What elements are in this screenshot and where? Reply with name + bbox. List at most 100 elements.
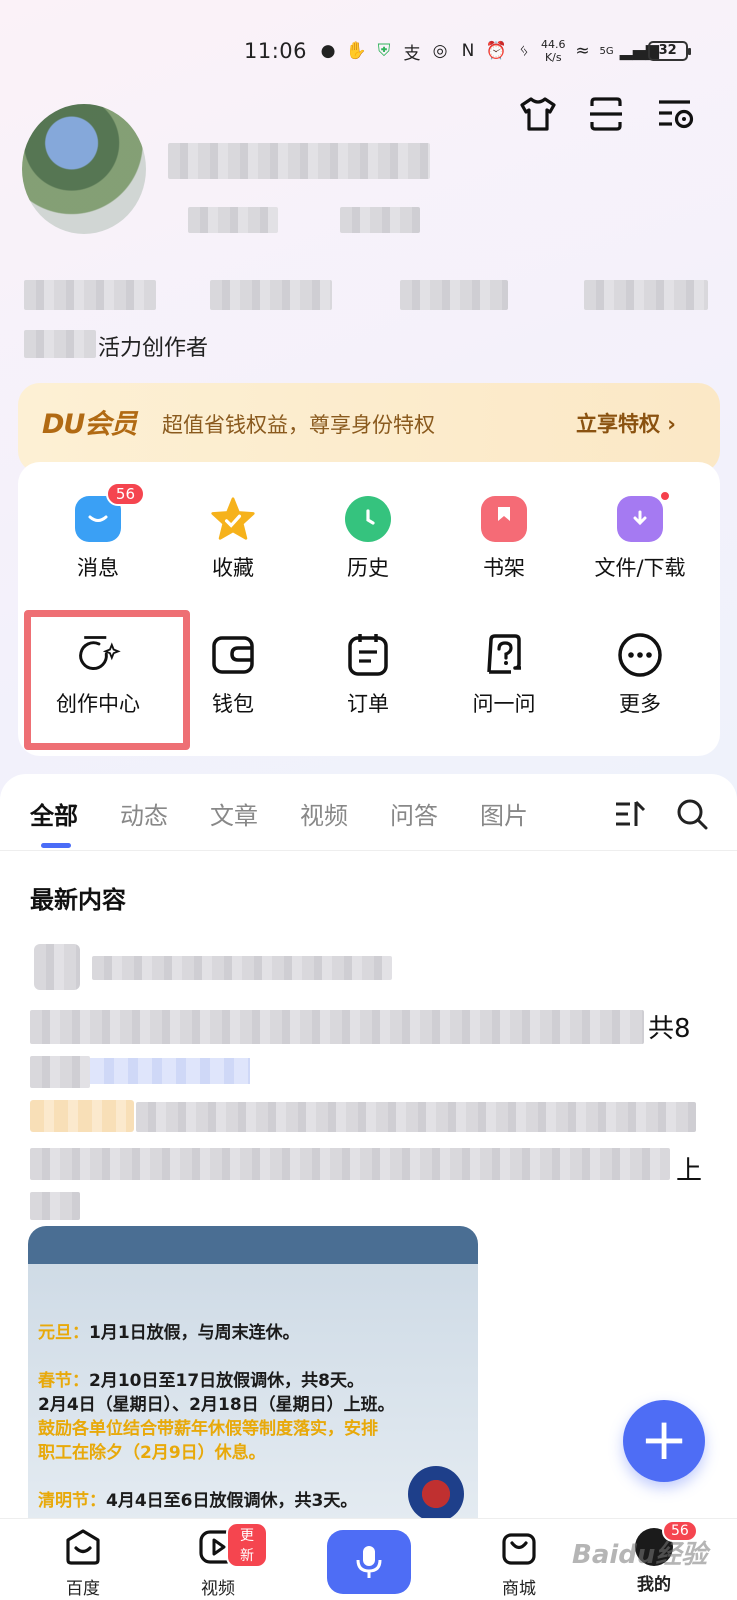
download-folder-icon [617, 490, 671, 542]
settings-list-icon[interactable] [656, 94, 696, 134]
grid-item-orders[interactable]: 订单 [300, 632, 436, 718]
post-author-name-blurred[interactable] [92, 956, 392, 980]
nav-label: 视频 [201, 1579, 235, 1599]
section-title: 最新内容 [30, 886, 126, 914]
star-icon [210, 496, 256, 542]
post-text-blurred [136, 1102, 696, 1132]
search-icon[interactable] [676, 798, 708, 834]
avatar[interactable] [22, 104, 146, 234]
nfc-icon: N [461, 41, 475, 61]
bookmark-icon [481, 496, 527, 542]
alipay-icon: 支 [403, 43, 421, 64]
grid-item-label: 收藏 [212, 556, 254, 580]
shield-icon: ⛨ [377, 41, 391, 61]
net-speed: 44.6 K/s [541, 38, 566, 64]
grid-item-label: 历史 [347, 556, 389, 580]
hand-icon: ✋ [345, 41, 367, 61]
signal-icon: ▂▄▆ [619, 41, 659, 61]
holiday-text: 4月4日至6日放假调休，共3天。 [106, 1491, 358, 1511]
level-icon-blurred [24, 330, 96, 358]
message-icon: 56 [75, 482, 145, 542]
holiday-line: 职工在除夕（2月9日）休息。 [38, 1438, 266, 1463]
grid-item-downloads[interactable]: 文件/下载 [572, 490, 708, 582]
nav-label: 商城 [502, 1579, 536, 1599]
post-author-avatar-blurred[interactable] [34, 944, 80, 990]
holiday-text: 职工在除夕（2月9日）休息。 [38, 1443, 266, 1463]
count-blurred[interactable] [584, 280, 708, 310]
order-icon [345, 632, 391, 678]
signal-label: 5G [599, 45, 614, 57]
tab-articles[interactable]: 文章 [210, 796, 258, 831]
net-speed-unit: K/s [544, 51, 562, 64]
username-blurred[interactable] [168, 143, 430, 179]
holiday-line: 春节：2月10日至17日放假调休，共8天。 [38, 1366, 364, 1391]
holiday-label: 春节： [38, 1371, 89, 1391]
post-text-blurred [30, 1056, 90, 1088]
post-text-fragment: 共8 [648, 1014, 691, 1044]
wechat-icon: ● [320, 41, 336, 61]
count-blurred[interactable] [24, 280, 156, 310]
grid-item-messages[interactable]: 56 消息 [30, 482, 166, 582]
tab-all[interactable]: 全部 [30, 796, 78, 831]
count-blurred[interactable] [400, 280, 508, 310]
create-post-fab[interactable]: + [623, 1400, 705, 1482]
du-member-cta[interactable]: 立享特权 › [576, 408, 676, 438]
grid-item-more[interactable]: 更多 [572, 632, 708, 718]
nav-shop[interactable]: 商城 [469, 1528, 569, 1599]
nav-video[interactable]: 更新 视频 [168, 1522, 268, 1599]
tab-images[interactable]: 图片 [480, 796, 528, 831]
du-member-text: 超值省钱权益，尊享身份特权 [162, 413, 435, 437]
grid-item-history[interactable]: 历史 [300, 496, 436, 582]
count-blurred[interactable] [210, 280, 332, 310]
nav-label: 百度 [66, 1579, 100, 1599]
holiday-line: 清明节：4月4日至6日放假调休，共3天。 [38, 1486, 357, 1511]
video-update-badge: 更新 [226, 1522, 268, 1568]
tab-menu-icon[interactable] [614, 800, 646, 832]
nav-label: 我的 [637, 1575, 671, 1595]
logo-seal-icon [408, 1466, 464, 1522]
ask-icon [481, 632, 527, 678]
grid-item-label: 问一问 [472, 692, 536, 716]
grid-item-bookshelf[interactable]: 书架 [436, 496, 572, 582]
post-text-fragment: 上 [676, 1156, 703, 1186]
grid-item-label: 更多 [619, 692, 661, 716]
holiday-label: 元旦： [38, 1323, 89, 1343]
content-tabs: 全部 动态 文章 视频 问答 图片 [30, 796, 570, 831]
grid-item-label: 消息 [77, 556, 119, 580]
wifi-icon: ≈ [575, 41, 590, 61]
post-text-blurred[interactable] [30, 1010, 644, 1044]
voice-search-button[interactable] [327, 1530, 411, 1594]
grid-item-label: 文件/下载 [594, 556, 686, 580]
highlight-annotation-box [24, 610, 190, 750]
post-link-blurred[interactable] [90, 1058, 250, 1084]
creator-level-label[interactable]: 活力创作者 [98, 330, 208, 362]
tab-active-indicator [41, 843, 71, 848]
post-text-blurred [30, 1148, 670, 1180]
nfc-circle-icon: ◎ [432, 41, 448, 61]
battery-icon: 32 [647, 41, 691, 61]
tab-dynamics[interactable]: 动态 [120, 796, 168, 831]
watermark: Baidu经验 [572, 1540, 708, 1570]
holiday-line: 元旦：1月1日放假，与周末连休。 [38, 1318, 300, 1343]
holiday-text: 鼓励各单位结合带薪年休假等制度落实，安排 [38, 1419, 378, 1439]
holiday-line: 2月4日（星期日）、2月18日（星期日）上班。 [38, 1390, 395, 1415]
net-speed-value: 44.6 [541, 38, 566, 51]
divider [0, 850, 737, 851]
tab-qa[interactable]: 问答 [390, 796, 438, 831]
grid-item-label: 订单 [347, 692, 389, 716]
post-image[interactable]: 元旦：1月1日放假，与周末连休。 春节：2月10日至17日放假调休，共8天。 2… [28, 1226, 478, 1536]
nav-home[interactable]: 百度 [33, 1528, 133, 1599]
notification-dot [659, 490, 671, 502]
shirt-icon[interactable] [518, 94, 558, 134]
wallet-icon [210, 632, 256, 678]
holiday-line: 鼓励各单位结合带薪年休假等制度落实，安排 [38, 1414, 378, 1439]
tab-videos[interactable]: 视频 [300, 796, 348, 831]
grid-item-ask[interactable]: 问一问 [436, 632, 572, 718]
microphone-icon [356, 1546, 382, 1578]
status-time: 11:06 [244, 39, 308, 63]
holiday-text: 2月4日（星期日）、2月18日（星期日）上班。 [38, 1395, 395, 1415]
clock-icon [345, 496, 391, 542]
scan-list-icon[interactable] [586, 94, 626, 134]
holiday-text: 1月1日放假，与周末连休。 [89, 1323, 300, 1343]
grid-item-favorites[interactable]: 收藏 [165, 496, 301, 582]
